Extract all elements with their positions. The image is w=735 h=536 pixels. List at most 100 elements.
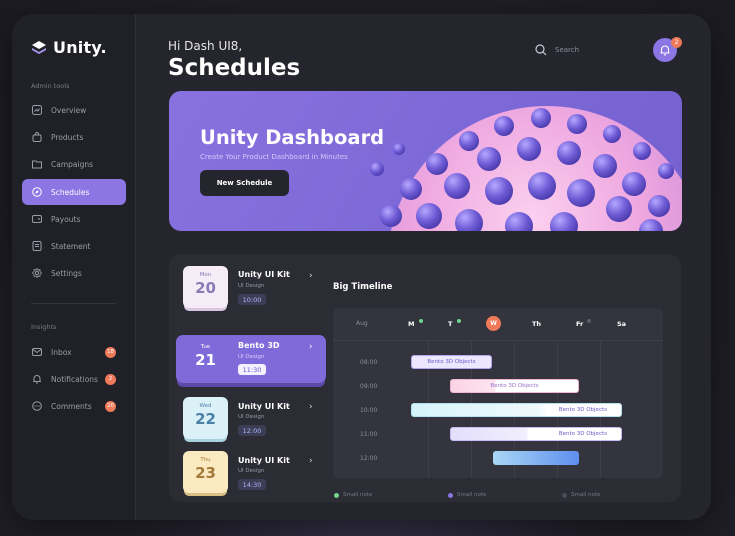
chevron-right-icon[interactable]: ›: [309, 271, 313, 281]
day-name: Wed: [199, 403, 212, 409]
3d-sphere-illustration: [370, 106, 682, 231]
sidebar: Unity. Admin tools Overview Products Cam…: [12, 14, 136, 520]
entry-time: 10:00: [238, 294, 266, 305]
legend-dot: [562, 492, 567, 498]
timeline-header: Aug M T W Th Fr Sa: [333, 308, 663, 341]
search-icon: [535, 44, 547, 56]
page-title: Schedules: [168, 55, 301, 81]
legend-label: Small note: [457, 492, 487, 498]
sidebar-item-settings[interactable]: Settings: [22, 260, 126, 286]
timeline-event-bar[interactable]: Bento 3D Objects: [450, 379, 579, 393]
day-card-mon[interactable]: Mon 20: [183, 266, 228, 308]
timeline-month: Aug: [356, 320, 368, 327]
time-label: 10:00: [360, 407, 378, 414]
day-name: Thu: [200, 457, 211, 463]
legend-item: Small note: [562, 492, 600, 498]
brand-logo[interactable]: Unity.: [31, 38, 107, 57]
inbox-count-badge: 18: [105, 346, 116, 358]
search-input[interactable]: Search: [555, 46, 579, 54]
sidebar-item-comments[interactable]: Comments 20: [22, 393, 126, 419]
sidebar-item-schedules[interactable]: Schedules: [22, 179, 126, 205]
new-schedule-button[interactable]: New Schedule: [200, 170, 289, 196]
day-date: 22: [195, 410, 216, 428]
sidebar-divider: [31, 303, 116, 304]
status-dot: [457, 319, 461, 323]
sidebar-item-label: Notifications: [51, 374, 98, 384]
wallet-icon: [32, 214, 42, 224]
sidebar-item-label: Payouts: [51, 214, 81, 224]
entry-time: 14:30: [238, 479, 266, 490]
entry-subtitle: UI Design: [238, 354, 265, 360]
entry-title[interactable]: Unity UI Kit: [238, 456, 290, 465]
mail-icon: [32, 347, 42, 357]
sidebar-item-payouts[interactable]: Payouts: [22, 206, 126, 232]
chevron-right-icon[interactable]: ›: [309, 456, 313, 466]
entry-title[interactable]: Unity UI Kit: [238, 270, 290, 279]
chevron-right-icon[interactable]: ›: [309, 342, 313, 352]
greeting-text: Hi Dash UI8,: [168, 39, 243, 53]
sidebar-item-label: Settings: [51, 268, 82, 278]
day-date: 20: [195, 279, 216, 297]
sidebar-item-notifications[interactable]: Notifications 2: [22, 366, 126, 392]
entry-subtitle: UI Design: [238, 414, 265, 420]
chevron-right-icon[interactable]: ›: [309, 402, 313, 412]
legend-item: Small note: [334, 492, 372, 498]
document-icon: [32, 241, 42, 251]
sidebar-item-campaigns[interactable]: Campaigns: [22, 151, 126, 177]
sidebar-item-label: Comments: [51, 401, 92, 411]
sidebar-item-products[interactable]: Products: [22, 124, 126, 150]
day-card-thu[interactable]: Thu 23: [183, 451, 228, 493]
timeline-event-bar[interactable]: Bento 3D Objects: [411, 403, 622, 417]
timeline-event-bar[interactable]: Bento 3D Objects: [450, 427, 622, 441]
timeline-day-w-today[interactable]: W: [486, 316, 501, 331]
app-window: Unity. Admin tools Overview Products Cam…: [12, 14, 711, 520]
timeline-day-th[interactable]: Th: [532, 320, 541, 328]
notifications-count-badge: 2: [105, 373, 116, 385]
comments-count-badge: 20: [105, 400, 116, 412]
admin-tools-label: Admin tools: [31, 82, 70, 90]
sidebar-item-overview[interactable]: Overview: [22, 97, 126, 123]
entry-title[interactable]: Unity UI Kit: [238, 402, 290, 411]
time-label: 11:00: [360, 431, 378, 438]
timeline-day-t[interactable]: T: [448, 320, 452, 328]
legend-label: Small note: [343, 492, 373, 498]
sidebar-item-label: Campaigns: [51, 159, 94, 169]
search-bar[interactable]: Search: [535, 44, 579, 56]
hero-banner: Unity Dashboard Create Your Product Dash…: [169, 91, 682, 231]
chart-icon: [32, 105, 42, 115]
timeline-title: Big Timeline: [333, 282, 393, 292]
legend-label: Small note: [571, 492, 601, 498]
time-label: 09:00: [360, 383, 378, 390]
timeline-day-fr[interactable]: Fr: [576, 320, 583, 328]
day-date: 23: [195, 464, 216, 482]
insights-label: Insights: [31, 323, 57, 331]
sidebar-item-label: Overview: [51, 105, 87, 115]
sidebar-item-inbox[interactable]: Inbox 18: [22, 339, 126, 365]
sidebar-item-label: Statement: [51, 241, 91, 251]
time-label: 08:00: [360, 359, 378, 366]
sidebar-item-label: Inbox: [51, 347, 72, 357]
notification-count-badge: 2: [671, 37, 682, 48]
status-dot: [419, 319, 423, 323]
entry-subtitle: UI Design: [238, 283, 265, 289]
timeline-day-sa[interactable]: Sa: [617, 320, 626, 328]
timeline-event-bar[interactable]: Bento 3D Objects: [411, 355, 492, 369]
timeline-day-m[interactable]: M: [408, 320, 414, 328]
day-card-wed[interactable]: Wed 22: [183, 397, 228, 439]
bell-icon: [32, 374, 42, 384]
compass-icon: [32, 187, 42, 197]
bag-icon: [32, 132, 42, 142]
day-card-tue[interactable]: Tue 21: [183, 338, 228, 380]
sidebar-item-statement[interactable]: Statement: [22, 233, 126, 259]
sidebar-item-label: Products: [51, 132, 84, 142]
legend-item: Small note: [448, 492, 486, 498]
time-label: 12:00: [360, 455, 378, 462]
entry-title[interactable]: Bento 3D: [238, 341, 280, 350]
sidebar-item-label: Schedules: [51, 187, 90, 197]
timeline-event-bar[interactable]: [493, 451, 579, 465]
legend-dot: [334, 492, 339, 498]
bell-icon: [660, 45, 670, 56]
schedule-panel: Mon 20 Unity UI Kit UI Design 10:00 › Tu…: [169, 254, 681, 502]
day-name: Tue: [200, 344, 211, 350]
day-name: Mon: [199, 272, 212, 278]
